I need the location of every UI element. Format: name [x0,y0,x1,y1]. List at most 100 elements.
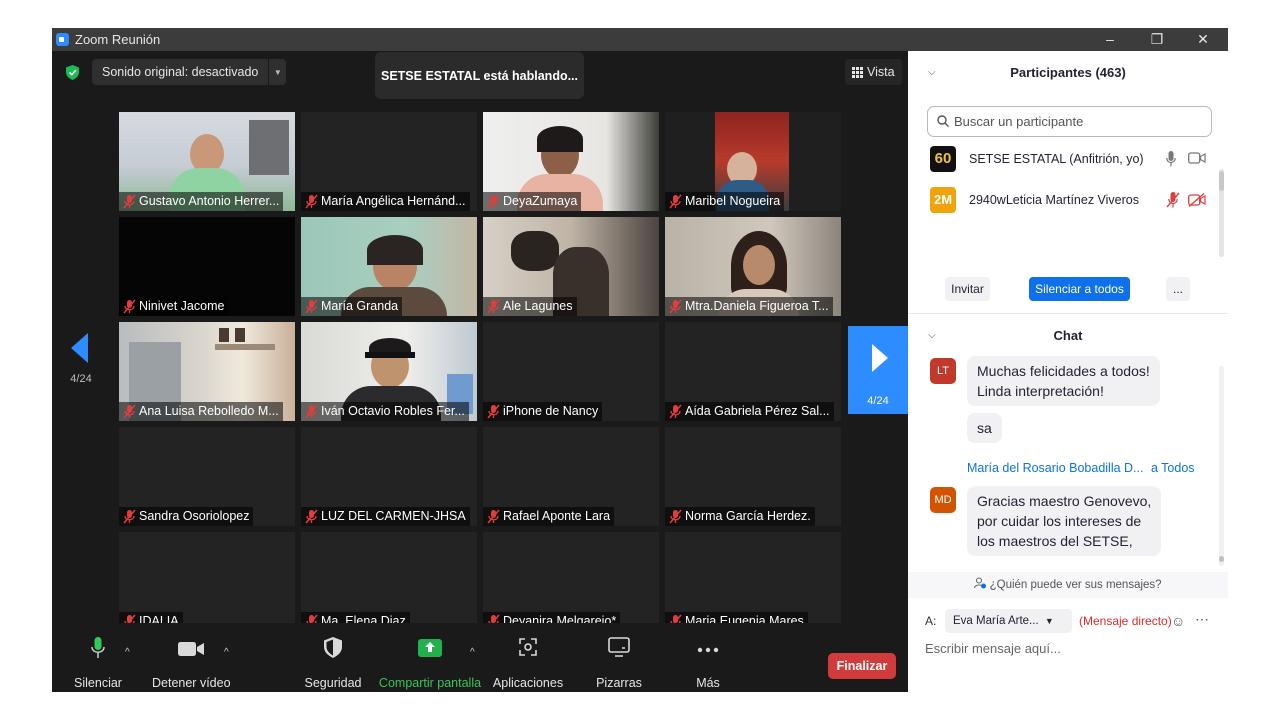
chat-more-icon[interactable]: ⋯ [1195,611,1209,628]
chat-message: Gracias maestro Genovevo, por cuidar los… [967,486,1162,556]
end-meeting-button[interactable]: Finalizar [828,653,896,679]
video-camera-icon[interactable] [178,641,204,657]
view-button[interactable]: Vista [845,59,902,85]
more-label[interactable]: Más [686,676,730,690]
muted-mic-icon [305,194,318,209]
chevron-left-icon[interactable] [71,333,88,363]
muted-mic-icon[interactable] [1166,192,1180,208]
video-off-icon[interactable] [1188,193,1206,207]
video-tile[interactable]: iPhone de Nancy [483,322,659,421]
participant-name: Norma García Herdez. [665,507,815,526]
video-tile[interactable]: IDALIA [119,532,295,631]
apps-label[interactable]: Aplicaciones [490,676,566,690]
participant-name: Maribel Nogueira [665,192,785,211]
video-tile[interactable]: Maribel Nogueira [665,112,841,211]
participant-name: Rafael Aponte Lara [483,507,615,526]
chevron-right-icon[interactable] [872,344,888,372]
video-stage: Sonido original: desactivado ▼ SETSE EST… [52,51,908,692]
participants-title: Participantes (463) [1010,65,1126,80]
more-dots-icon[interactable] [697,647,719,653]
video-tile[interactable]: Ninivet Jacome [119,217,295,316]
emoji-icon[interactable]: ☺ [1171,613,1185,629]
microphone-icon[interactable] [1166,151,1176,167]
share-options-caret-icon[interactable]: ^ [470,647,475,658]
video-tile[interactable]: Aída Gabriela Pérez Sal... [665,322,841,421]
video-tile[interactable]: Iván Octavio Robles Fer... [301,322,477,421]
video-tile[interactable]: Deyanira Melgarejo* [483,532,659,631]
video-tile[interactable]: LUZ DEL CARMEN-JHSA [301,427,477,526]
muted-mic-icon [305,299,318,314]
security-shield-icon[interactable] [324,637,342,658]
whiteboards-button[interactable]: Pizarras [590,623,648,692]
apps-icon[interactable] [518,637,538,657]
recipient-select[interactable]: Eva María Arte... ▼ [945,609,1072,633]
whiteboard-icon[interactable] [608,637,630,657]
chevron-down-icon[interactable]: ▼ [268,59,286,85]
chat-message-input[interactable]: Escribir mensaje aquí... [925,641,1061,656]
minimize-button[interactable]: – [1090,29,1130,50]
video-tile[interactable]: María Granda [301,217,477,316]
muted-mic-icon [669,509,682,524]
avatar: 60 [930,146,956,172]
video-tile[interactable]: Maria Eugenia Mares [665,532,841,631]
muted-mic-icon [487,194,500,209]
share-screen-button[interactable]: Compartir pantalla [378,623,482,692]
mute-all-button[interactable]: Silenciar a todos [1029,277,1130,301]
to-label: A: [925,614,937,628]
collapse-chat-icon[interactable]: ⌵ [928,315,936,357]
participants-more-button[interactable]: ... [1166,277,1190,301]
search-placeholder[interactable]: Buscar un participante [954,114,1083,129]
avatar: MD [930,487,956,513]
stop-video-label[interactable]: Detener vídeo [152,676,231,690]
chevron-down-icon[interactable]: ▼ [1045,616,1054,626]
next-page-button[interactable]: 4/24 [848,326,908,414]
collapse-participants-icon[interactable]: ⌵ [928,51,936,95]
video-tile[interactable]: Gustavo Antonio Herrer... [119,112,295,211]
video-tile[interactable]: Ana Luisa Rebolledo M... [119,322,295,421]
video-tile[interactable]: María Angélica Hernánd... [301,112,477,211]
video-camera-icon[interactable] [1188,152,1206,164]
video-tile[interactable]: Ma. Elena Diaz [301,532,477,631]
participant-row-name: SETSE ESTATAL (Anfitrión, yo) [969,152,1144,166]
participant-search-input[interactable]: Buscar un participante [927,106,1212,137]
more-button[interactable]: Más [686,623,730,692]
apps-button[interactable]: Aplicaciones [490,623,566,692]
whiteboards-label[interactable]: Pizarras [590,676,648,690]
muted-mic-icon [669,404,682,419]
participants-scrollbar[interactable] [1219,169,1224,257]
restore-button[interactable]: ❐ [1137,29,1177,50]
invite-button[interactable]: Invitar [945,277,990,301]
original-sound-label[interactable]: Sonido original: desactivado [92,65,268,79]
chat-scrollbar[interactable] [1219,366,1224,566]
chat-message: sa [967,413,1002,443]
share-screen-label[interactable]: Compartir pantalla [378,676,482,690]
chat-sender: María del Rosario Bobadilla D... a Todos [967,461,1195,475]
original-sound-control[interactable]: Sonido original: desactivado ▼ [92,59,287,85]
stop-video-button[interactable]: Detener vídeo [152,623,231,692]
previous-page-button[interactable]: 4/24 [52,326,110,412]
participant-name: Mtra.Daniela Figueroa T... [665,297,833,316]
view-label[interactable]: Vista [867,65,895,79]
chat-visibility-info[interactable]: ¿Quién puede ver sus mensajes? [908,572,1228,598]
muted-mic-icon [123,509,136,524]
microphone-icon[interactable] [91,637,105,659]
video-tile[interactable]: Mtra.Daniela Figueroa T... [665,217,841,316]
video-tile[interactable]: Sandra Osoriolopez [119,427,295,526]
video-options-caret-icon[interactable]: ^ [224,647,229,658]
encryption-shield-icon[interactable] [66,65,79,80]
security-label[interactable]: Seguridad [304,676,362,690]
mute-label[interactable]: Silenciar [72,676,124,690]
video-tile[interactable]: Norma García Herdez. [665,427,841,526]
video-tile[interactable]: Rafael Aponte Lara [483,427,659,526]
page-indicator-right: 4/24 [867,395,889,407]
participant-row[interactable]: 2M 2940wLeticia Martínez Viveros [930,185,1210,215]
muted-mic-icon [123,194,136,209]
close-window-button[interactable]: ✕ [1183,29,1223,50]
video-tile[interactable]: Ale Lagunes [483,217,659,316]
mute-button[interactable]: Silenciar [72,623,124,692]
participant-row[interactable]: 60 SETSE ESTATAL (Anfitrión, yo) [930,144,1210,174]
video-tile[interactable]: DeyaZumaya [483,112,659,211]
security-button[interactable]: Seguridad [304,623,362,692]
audio-options-caret-icon[interactable]: ^ [125,647,130,658]
share-screen-icon[interactable] [418,639,442,657]
